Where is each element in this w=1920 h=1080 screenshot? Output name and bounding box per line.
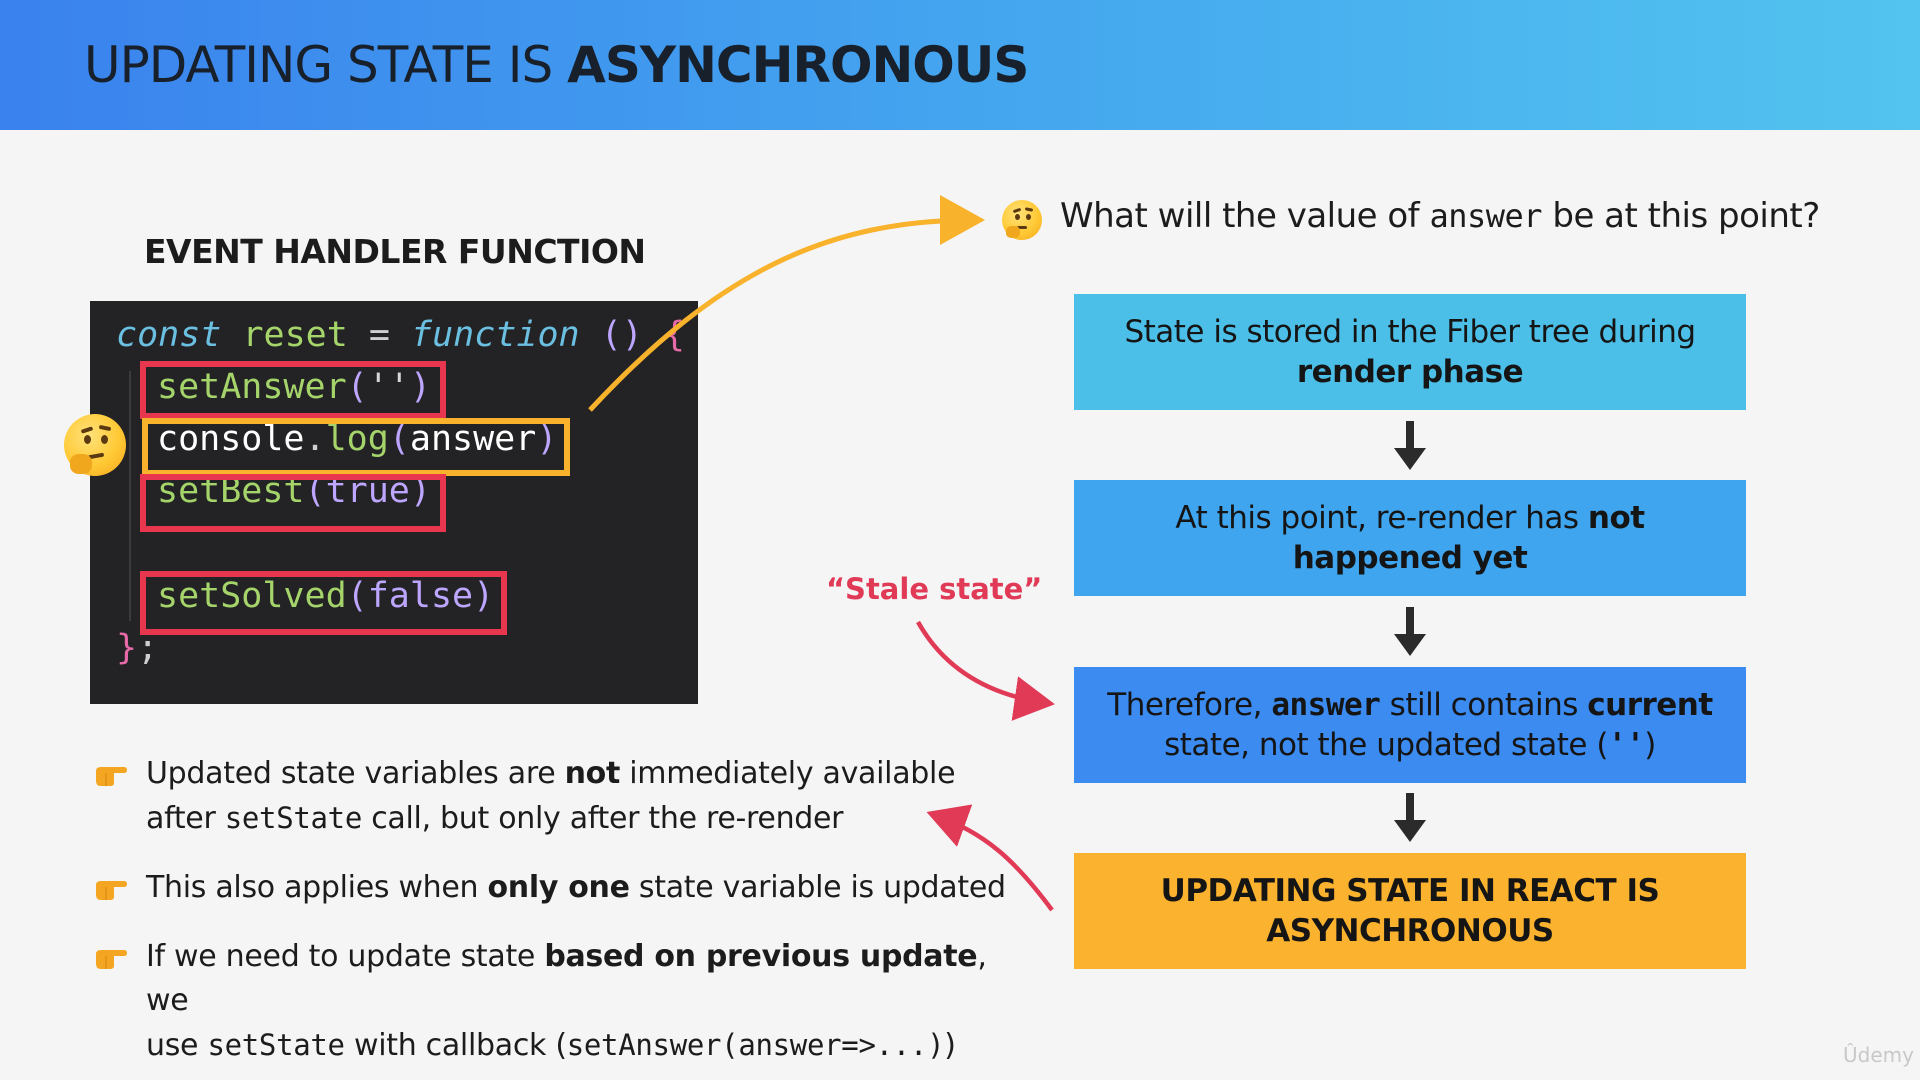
arrows-overlay <box>588 195 1426 912</box>
back-arrow <box>926 804 1054 912</box>
udemy-watermark: Ûdemy <box>1843 1043 1914 1067</box>
stale-arrow <box>916 620 1055 721</box>
arrow-down-icon <box>1394 421 1426 470</box>
arrow-down-icon <box>1394 607 1426 656</box>
arrow-down-icon <box>1394 793 1426 842</box>
yellow-arrow <box>588 195 985 412</box>
